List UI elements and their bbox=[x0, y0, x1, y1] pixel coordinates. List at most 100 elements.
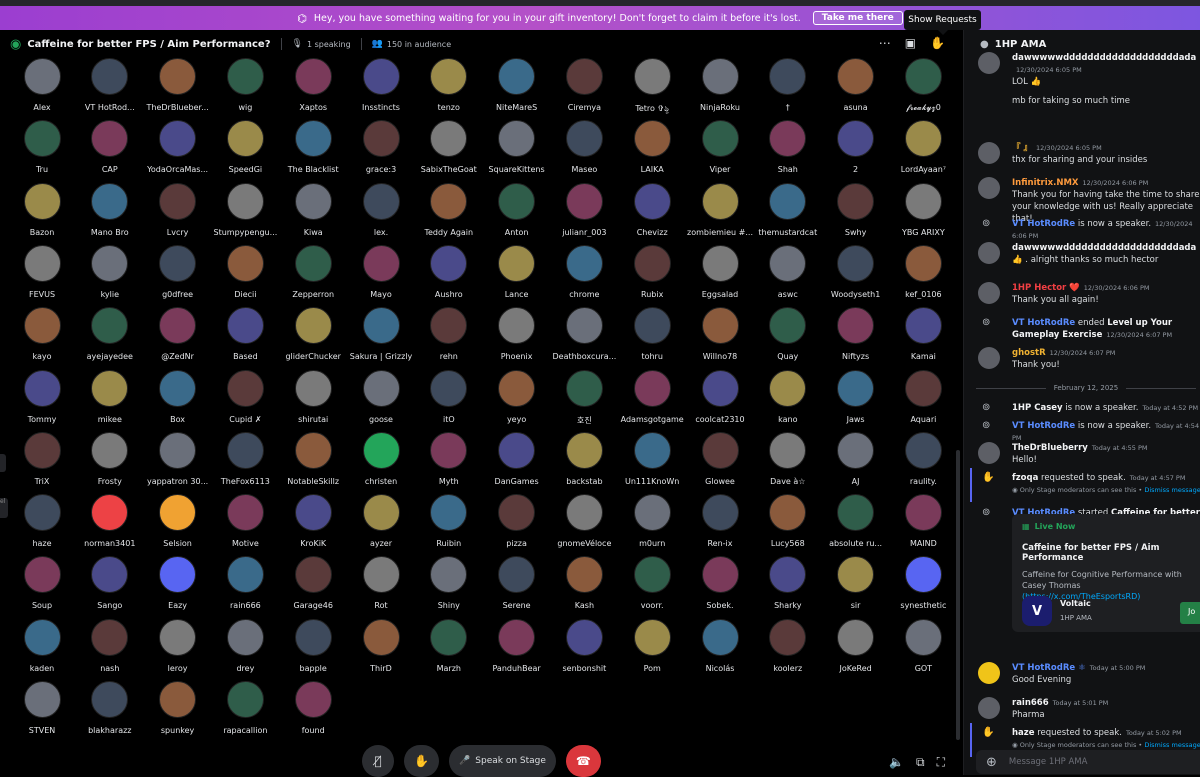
audience-member[interactable]: LAIKA bbox=[618, 120, 686, 182]
audience-member[interactable]: Ruibin bbox=[415, 494, 483, 556]
audience-member[interactable]: Woodyseth1 bbox=[822, 244, 890, 307]
audience-member[interactable]: gliderChucker bbox=[279, 307, 347, 369]
audience-member[interactable]: TheDrBlueber... bbox=[144, 58, 212, 120]
audience-member[interactable]: Zepperron bbox=[279, 244, 347, 307]
system-user[interactable]: VT HotRodRe bbox=[1012, 421, 1075, 431]
audience-member[interactable]: haze bbox=[8, 494, 76, 556]
audience-member[interactable]: Aushro bbox=[415, 244, 483, 307]
audience-member[interactable]: Insstincts bbox=[347, 58, 415, 120]
audience-member[interactable]: asuna bbox=[822, 58, 890, 120]
audience-member[interactable]: ayzer bbox=[347, 494, 415, 556]
message-author[interactable]: ghostR bbox=[1012, 348, 1046, 358]
audience-member[interactable]: YBG ARIXY bbox=[889, 182, 957, 245]
audience-member[interactable]: NinjaRoku bbox=[686, 58, 754, 120]
more-options-icon[interactable]: ⋯ bbox=[879, 36, 891, 50]
audience-member[interactable]: Mayo bbox=[347, 244, 415, 307]
audience-member[interactable]: Chevizz bbox=[618, 182, 686, 245]
audience-member[interactable]: Motive bbox=[211, 494, 279, 556]
audience-member[interactable]: Aquari bbox=[889, 369, 957, 432]
audience-member[interactable]: Dave à☆ bbox=[754, 431, 822, 494]
message-author[interactable]: 1HP Hector ❤️ bbox=[1012, 283, 1080, 293]
audience-member[interactable]: SabixTheGoat bbox=[415, 120, 483, 182]
message-author[interactable]: 『 』 bbox=[1012, 143, 1032, 153]
audience-member[interactable]: christen bbox=[347, 431, 415, 494]
audience-member[interactable]: nash bbox=[76, 618, 144, 681]
audience-member[interactable]: Serene bbox=[483, 556, 551, 618]
audience-member[interactable]: pizza bbox=[483, 494, 551, 556]
audience-member[interactable]: goose bbox=[347, 369, 415, 432]
audience-member[interactable]: Ciremya bbox=[550, 58, 618, 120]
audience-member[interactable]: blakharazz bbox=[76, 681, 144, 743]
audience-member[interactable]: kaden bbox=[8, 618, 76, 681]
audience-member[interactable]: Sharky bbox=[754, 556, 822, 618]
audience-member[interactable]: Sobek. bbox=[686, 556, 754, 618]
audience-member[interactable]: Rot bbox=[347, 556, 415, 618]
audience-member[interactable]: Kash bbox=[550, 556, 618, 618]
audience-member[interactable]: Pom bbox=[618, 618, 686, 681]
audience-member[interactable]: Niftyzs bbox=[822, 307, 890, 369]
audience-member[interactable]: Viper bbox=[686, 120, 754, 182]
system-user[interactable]: fzoqa bbox=[1012, 473, 1038, 483]
audience-member[interactable]: yeyo bbox=[483, 369, 551, 432]
audience-member[interactable]: Frosty bbox=[76, 431, 144, 494]
audience-member[interactable]: Tru bbox=[8, 120, 76, 182]
audience-member[interactable]: STVEN bbox=[8, 681, 76, 743]
audience-member[interactable]: kayo bbox=[8, 307, 76, 369]
audience-member[interactable]: Swhy bbox=[822, 182, 890, 245]
audience-member[interactable]: kano bbox=[754, 369, 822, 432]
audience-member[interactable]: Quay bbox=[754, 307, 822, 369]
avatar[interactable] bbox=[978, 282, 1000, 304]
audience-member[interactable]: 호진 bbox=[550, 369, 618, 432]
audience-member[interactable]: g0dfree bbox=[144, 244, 212, 307]
audience-member[interactable]: Willno78 bbox=[686, 307, 754, 369]
audience-member[interactable]: Eggsalad bbox=[686, 244, 754, 307]
audience-member[interactable]: Xaptos bbox=[279, 58, 347, 120]
audience-member[interactable]: coolcat2310 bbox=[686, 369, 754, 432]
audience-member[interactable]: Shah bbox=[754, 120, 822, 182]
audience-member[interactable]: KroKiK bbox=[279, 494, 347, 556]
system-user[interactable]: VT HotRodRe bbox=[1012, 219, 1075, 229]
stage-scrollbar[interactable] bbox=[956, 450, 960, 740]
message-author[interactable]: VT HotRodRe ⚛ bbox=[1012, 663, 1086, 673]
audience-member[interactable]: raulity. bbox=[889, 431, 957, 494]
audience-member[interactable]: found bbox=[279, 681, 347, 743]
audience-member[interactable]: Lvcry bbox=[144, 182, 212, 245]
speak-on-stage-button[interactable]: 🎤 Speak on Stage bbox=[449, 745, 556, 777]
audience-member[interactable]: Lucy568 bbox=[754, 494, 822, 556]
fullscreen-icon[interactable]: ⛶ bbox=[937, 755, 945, 770]
message-author[interactable]: TheDrBlueberry bbox=[1012, 443, 1088, 453]
audience-member[interactable]: drey bbox=[211, 618, 279, 681]
audience-member[interactable]: gnomeVéloce bbox=[550, 494, 618, 556]
audience-member[interactable]: Phoenix bbox=[483, 307, 551, 369]
audience-member[interactable]: Anton bbox=[483, 182, 551, 245]
avatar[interactable] bbox=[978, 142, 1000, 164]
audience-member[interactable]: Tetro ✞ৡ bbox=[618, 58, 686, 120]
join-button[interactable]: Jo bbox=[1180, 602, 1200, 624]
audience-member[interactable]: Eazy bbox=[144, 556, 212, 618]
audience-member[interactable]: @ZedNr bbox=[144, 307, 212, 369]
audience-member[interactable]: senbonshit bbox=[550, 618, 618, 681]
audience-member[interactable]: Stumpypengu... bbox=[211, 182, 279, 245]
avatar[interactable] bbox=[978, 442, 1000, 464]
audience-member[interactable]: NiteMareS bbox=[483, 58, 551, 120]
audience-member[interactable]: VT HotRod... bbox=[76, 58, 144, 120]
audience-member[interactable]: Tommy bbox=[8, 369, 76, 432]
audience-member[interactable]: Selsion bbox=[144, 494, 212, 556]
avatar[interactable] bbox=[978, 242, 1000, 264]
audience-member[interactable]: Soup bbox=[8, 556, 76, 618]
audience-member[interactable]: itO bbox=[415, 369, 483, 432]
audience-member[interactable]: AJ bbox=[822, 431, 890, 494]
audience-member[interactable]: Lance bbox=[483, 244, 551, 307]
audience-member[interactable]: Kiwa bbox=[279, 182, 347, 245]
audience-member[interactable]: 𝓯𝓻𝓮𝓪𝓴𝔂𝔃0 bbox=[889, 58, 957, 120]
audience-member[interactable]: backstab bbox=[550, 431, 618, 494]
audience-member[interactable]: tohru bbox=[618, 307, 686, 369]
audience-member[interactable]: GOT bbox=[889, 618, 957, 681]
audience-member[interactable]: TheFox6113 bbox=[211, 431, 279, 494]
audience-member[interactable]: Kamai bbox=[889, 307, 957, 369]
audience-member[interactable]: NotableSkillz bbox=[279, 431, 347, 494]
system-user[interactable]: 1HP Casey bbox=[1012, 403, 1063, 413]
audience-member[interactable]: rapacallion bbox=[211, 681, 279, 743]
audience-member[interactable]: SquareKittens bbox=[483, 120, 551, 182]
audience-member[interactable]: Jaws bbox=[822, 369, 890, 432]
